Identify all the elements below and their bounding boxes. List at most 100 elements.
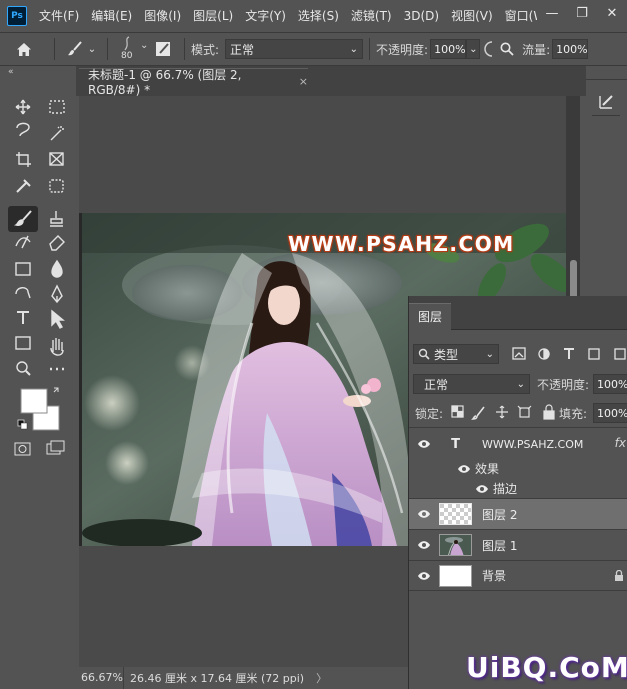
chevron-down-icon: ⌄ — [516, 378, 525, 390]
close-tab-icon[interactable]: × — [299, 75, 308, 88]
swap-colors-icon — [53, 387, 59, 393]
separator — [54, 38, 55, 60]
opacity-dropdown[interactable]: ⌄ — [466, 39, 481, 59]
lock-icon[interactable] — [614, 570, 624, 582]
brush-tip-icon — [124, 36, 130, 51]
opacity-input[interactable]: 100% — [430, 39, 467, 59]
layer-thumbnail-transparent — [439, 503, 472, 525]
chevron-down-icon: ⌄ — [140, 40, 149, 51]
quick-mask-icon — [14, 442, 31, 456]
zoom-level[interactable]: 66.67% — [76, 667, 124, 689]
blur-tool-icon — [51, 259, 63, 278]
mode-select[interactable]: 正常 ⌄ — [225, 39, 364, 59]
visibility-eye-icon[interactable] — [409, 439, 439, 449]
menu-image[interactable]: 图像(I) — [138, 0, 187, 32]
layer-fx-badge[interactable]: fx — [615, 436, 626, 450]
stroke-effect-row[interactable]: 描边 — [475, 480, 517, 497]
history-brush-tool-icon — [15, 235, 31, 249]
lock-position-icon — [496, 405, 508, 419]
window-controls: — ❐ ✕ — [537, 0, 627, 26]
menu-file[interactable]: 文件(F) — [33, 0, 85, 32]
visibility-eye-icon[interactable] — [409, 540, 439, 550]
flow-input[interactable]: 100% — [552, 39, 589, 59]
layer-filter-icons — [512, 347, 626, 360]
search-icon — [418, 348, 430, 360]
chevron-down-icon: ⌄ — [469, 43, 478, 55]
menu-type[interactable]: 文字(Y) — [239, 0, 292, 32]
menu-select[interactable]: 选择(S) — [292, 0, 345, 32]
eraser-tool-icon — [49, 235, 65, 251]
effects-row[interactable]: 效果 — [457, 460, 499, 477]
layer-row-background[interactable]: 背景 — [409, 560, 627, 591]
close-button[interactable]: ✕ — [597, 0, 627, 26]
document-size: 26.46 厘米 x 17.64 厘米 (72 ppi) — [130, 672, 305, 685]
layer-row-layer1[interactable]: 图层 1 — [409, 529, 627, 560]
visibility-eye-icon[interactable] — [475, 484, 489, 494]
brush-preset-picker[interactable]: ⌄ — [61, 35, 101, 63]
menu-window[interactable]: 窗口(W — [499, 0, 539, 32]
restore-button[interactable]: ❐ — [567, 0, 597, 26]
effects-label: 效果 — [475, 462, 500, 476]
blend-mode-select[interactable]: 正常 ⌄ — [413, 374, 530, 394]
foreground-color-swatch — [20, 388, 48, 414]
layer-row-layer2[interactable]: 图层 2 — [409, 498, 627, 529]
fill-label: 填充: — [559, 407, 588, 421]
separator — [369, 38, 371, 60]
tools-grid — [8, 99, 65, 456]
magic-wand-tool-icon — [50, 126, 64, 141]
properties-panel-icon[interactable] — [592, 88, 620, 116]
layer-thumbnail-white — [439, 564, 472, 587]
chevron-down-icon: ⌄ — [485, 348, 494, 360]
collapse-dock-icon[interactable] — [586, 66, 627, 80]
pressure-opacity-icon[interactable] — [480, 35, 498, 63]
chevron-down-icon: ⌄ — [349, 43, 359, 55]
photoshop-window: Ps 文件(F) 编辑(E) 图像(I) 图层(L) 文字(Y) 选择(S) 滤… — [0, 0, 627, 689]
layer-name: WWW.PSAHZ.COM — [482, 437, 584, 451]
menu-filter[interactable]: 滤镜(T) — [345, 0, 398, 32]
opacity-label: 不透明度: — [376, 42, 429, 57]
separator — [107, 38, 108, 60]
lasso-tool-icon — [16, 122, 30, 137]
flow-label: 流量: — [522, 42, 551, 57]
layers-panel: 图层 类型 ⌄ 正常 ⌄ 不透明度: 100% 锁定: 填充: 100% T W… — [408, 296, 627, 689]
visibility-eye-icon[interactable] — [409, 571, 439, 581]
menu-edit[interactable]: 编辑(E) — [85, 0, 138, 32]
marquee-tool-icon — [49, 100, 65, 114]
home-icon[interactable] — [0, 35, 48, 63]
layer-row-text[interactable]: T WWW.PSAHZ.COM fx — [409, 428, 627, 460]
lock-all-icon — [543, 410, 555, 420]
type-tool-icon — [17, 311, 29, 324]
brush-icon — [67, 41, 82, 56]
move-tool-icon — [15, 99, 31, 115]
lock-options — [451, 404, 555, 420]
menu-view[interactable]: 视图(V) — [445, 0, 499, 32]
document-tab[interactable]: 未标题-1 @ 66.7% (图层 2, RGB/8#) * × — [79, 68, 308, 97]
layer-name: 背景 — [482, 569, 507, 583]
eyedropper-tool-icon — [16, 179, 31, 193]
search-icon[interactable] — [498, 35, 516, 63]
lock-artboard-icon — [519, 407, 530, 418]
lock-label: 锁定: — [415, 407, 444, 421]
brush-size-picker[interactable]: 80 ⌄ — [114, 34, 148, 64]
visibility-eye-icon[interactable] — [457, 464, 471, 474]
gradient-tool-icon — [15, 262, 31, 276]
brush-size-value: 80 — [121, 51, 133, 61]
menu-3d[interactable]: 3D(D) — [398, 0, 445, 32]
layer-name: 图层 2 — [482, 507, 518, 522]
spot-healing-tool-icon — [49, 179, 64, 193]
status-menu-arrow[interactable]: 〉 — [316, 670, 327, 686]
layer-thumbnail-photo — [439, 534, 472, 556]
brush-settings-icon[interactable] — [148, 35, 178, 63]
minimize-button[interactable]: — — [537, 0, 567, 26]
zoom-tool-icon — [16, 361, 28, 373]
layer-opacity-input[interactable]: 100% — [593, 374, 627, 394]
visibility-eye-icon[interactable] — [409, 509, 439, 519]
layer-filter-value: 类型 — [434, 347, 459, 362]
dodge-tool-icon — [15, 287, 31, 299]
menu-bar: Ps 文件(F) 编辑(E) 图像(I) 图层(L) 文字(Y) 选择(S) 滤… — [0, 0, 627, 32]
menu-layer[interactable]: 图层(L) — [187, 0, 239, 32]
type-filter-icon — [564, 348, 574, 359]
fill-input[interactable]: 100% — [593, 403, 627, 423]
tab-layers[interactable]: 图层 — [409, 303, 452, 330]
layer-filter-select[interactable]: 类型 ⌄ — [413, 344, 499, 364]
